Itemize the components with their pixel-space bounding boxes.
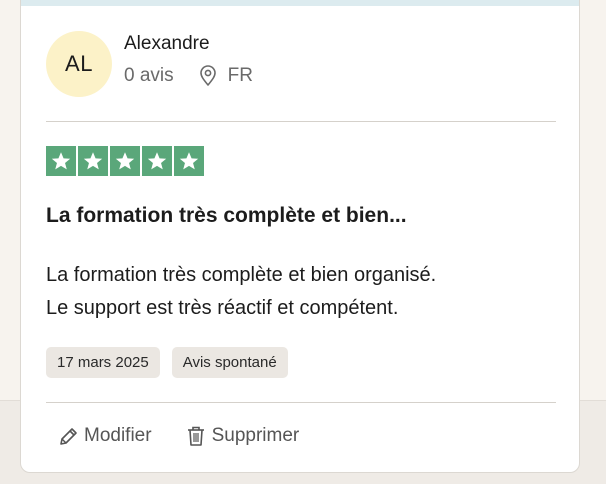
star-icon [46, 146, 76, 176]
edit-button-label: Modifier [84, 425, 152, 446]
review-body-line: Le support est très réactif et compétent… [46, 297, 399, 319]
location-pin-icon [198, 65, 218, 87]
review-body: La formation très complète et bien organ… [46, 259, 556, 325]
delete-button-label: Supprimer [211, 425, 300, 446]
review-type-badge: Avis spontané [171, 347, 288, 378]
star-icon [174, 146, 204, 176]
review-title[interactable]: La formation très complète et bien... [46, 204, 407, 228]
review-card: AL Alexandre 0 avis FR La formation très… [20, 0, 580, 473]
reviewer-meta: 0 avis FR [124, 65, 253, 87]
review-date-badge: 17 mars 2025 [46, 347, 160, 378]
header-divider [46, 121, 556, 122]
reviews-count: 0 avis [124, 65, 174, 86]
delete-button[interactable]: Supprimer [186, 425, 300, 447]
review-body-line: La formation très complète et bien organ… [46, 264, 437, 286]
pencil-icon [58, 425, 78, 447]
edit-button[interactable]: Modifier [58, 425, 152, 447]
card-top-strip [21, 0, 579, 6]
review-tags: 17 mars 2025 Avis spontané [46, 347, 288, 378]
review-actions: Modifier Supprimer [58, 425, 299, 447]
reviewer-country: FR [227, 65, 253, 86]
star-icon [142, 146, 172, 176]
star-icon [78, 146, 108, 176]
star-rating [46, 146, 204, 176]
avatar-initials: AL [65, 51, 93, 76]
trash-icon [186, 425, 206, 447]
avatar: AL [46, 31, 112, 97]
reviewer-name[interactable]: Alexandre [124, 33, 210, 55]
footer-divider [46, 402, 556, 403]
star-icon [110, 146, 140, 176]
